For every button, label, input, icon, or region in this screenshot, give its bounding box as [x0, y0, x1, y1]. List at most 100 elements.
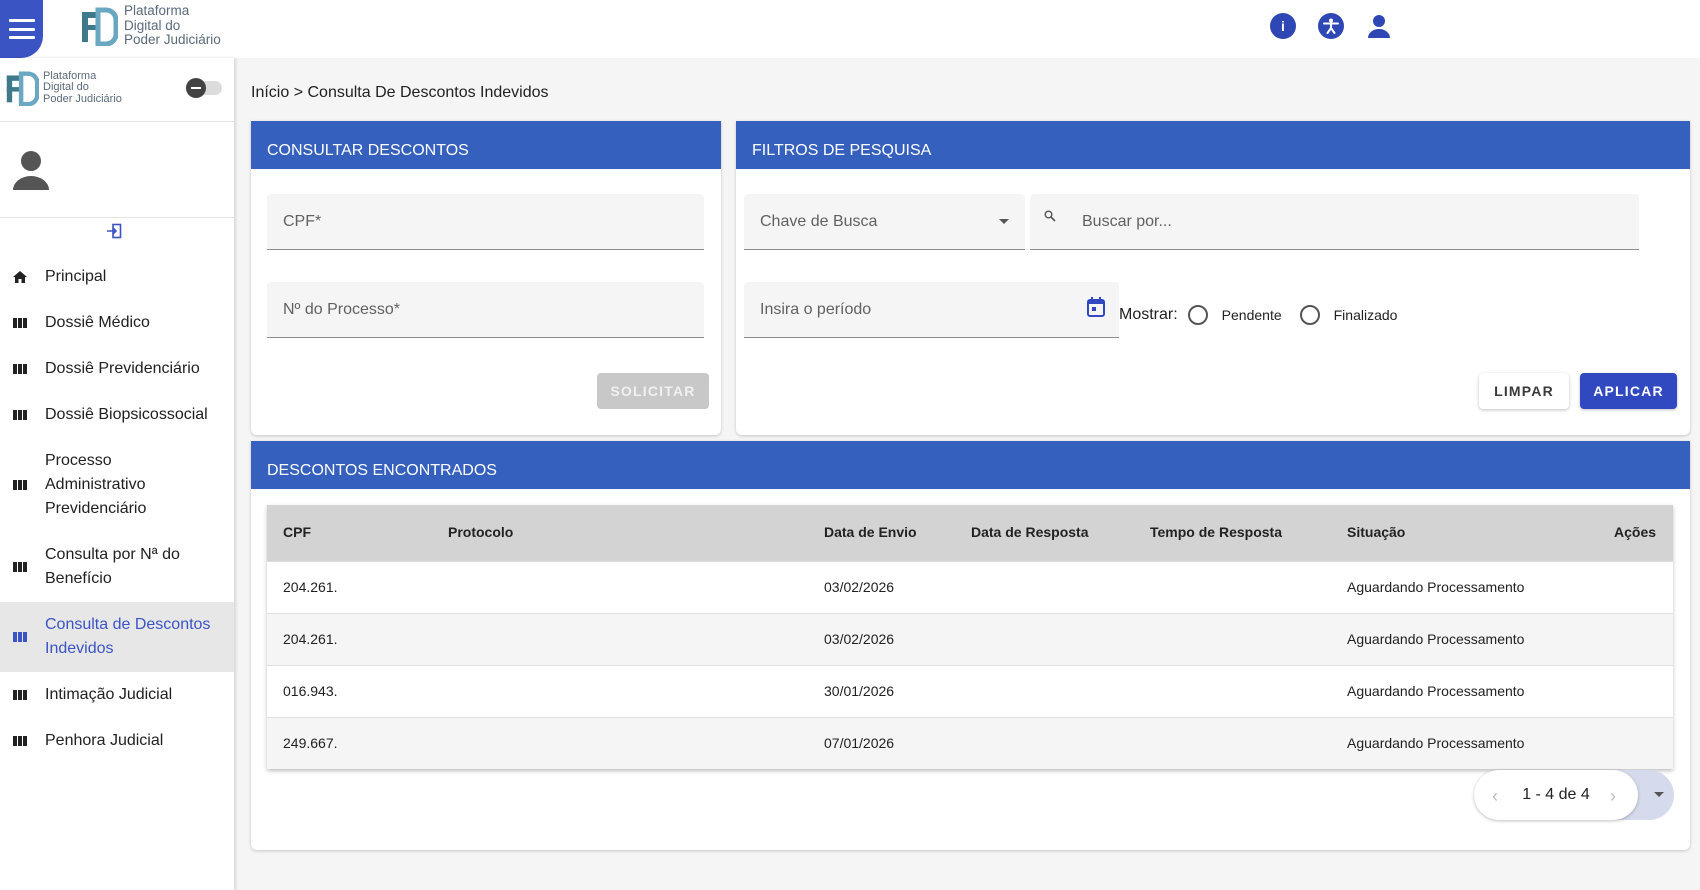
- finalizado-radio[interactable]: Finalizado: [1299, 305, 1398, 325]
- sidebar-item-label: Consulta de Descontos Indevidos: [45, 616, 211, 657]
- cell-data-envio: 30/01/2026: [824, 683, 895, 699]
- table-header: CPF Protocolo Data de Envio Data de Resp…: [267, 505, 1673, 561]
- mostrar-label: Mostrar:: [1119, 306, 1178, 323]
- cell-cpf: 204.261.: [283, 631, 338, 647]
- user-account-icon[interactable]: [1366, 13, 1392, 39]
- breadcrumb-separator: >: [293, 84, 304, 101]
- table-row[interactable]: 204.261. 03/02/2026 Aguardando Processam…: [267, 561, 1673, 613]
- radio-circle: [1299, 305, 1320, 325]
- sidebar-user: [0, 122, 234, 218]
- cell-data-envio: 07/01/2026: [824, 735, 895, 751]
- consultar-descontos-card: CONSULTAR DESCONTOS CPF* Nº do Processo*…: [251, 121, 721, 435]
- radio-circle: [1187, 305, 1208, 325]
- breadcrumb-current: Consulta De Descontos Indevidos: [307, 84, 549, 101]
- column-header-data-envio[interactable]: Data de Envio: [824, 524, 917, 540]
- buscar-placeholder: Buscar por...: [1082, 212, 1172, 230]
- cell-situacao: Aguardando Processamento: [1347, 735, 1525, 751]
- info-icon[interactable]: i: [1270, 13, 1296, 39]
- folder-icon: [13, 364, 27, 374]
- folder-icon: [13, 690, 27, 700]
- sidebar-item-label: Consulta por Nª do Benefício: [45, 546, 180, 587]
- column-header-situacao[interactable]: Situação: [1347, 524, 1405, 540]
- card-title: DESCONTOS ENCONTRADOS: [251, 441, 1690, 489]
- sidebar-item-label: Dossiê Biopsicossocial: [45, 406, 208, 423]
- pagination: 1 - 4 de 4 ‹ ›: [1474, 770, 1674, 820]
- column-header-tempo-resposta[interactable]: Tempo de Resposta: [1150, 524, 1282, 540]
- theme-toggle[interactable]: [186, 78, 222, 98]
- folder-icon: [13, 318, 27, 328]
- dropdown-arrow-icon: [999, 219, 1009, 224]
- cell-situacao: Aguardando Processamento: [1347, 631, 1525, 647]
- logo-text: Plataforma Digital do Poder Judiciário: [124, 3, 221, 47]
- column-header-protocolo[interactable]: Protocolo: [448, 524, 513, 540]
- menu-button[interactable]: [0, 0, 43, 58]
- breadcrumb-home[interactable]: Início: [251, 84, 289, 101]
- sidebar-logo-text: Plataforma Digital do Poder Judiciário: [43, 69, 122, 105]
- folder-icon: [13, 562, 27, 572]
- cell-cpf: 204.261.: [283, 579, 338, 595]
- pdpj-logo-icon: [82, 7, 118, 46]
- limpar-button[interactable]: LIMPAR: [1479, 373, 1569, 409]
- chevron-left-icon[interactable]: ‹: [1492, 786, 1498, 807]
- top-actions: i: [1270, 13, 1392, 39]
- solicitar-button[interactable]: SOLICITAR: [597, 373, 709, 409]
- buscar-por-input[interactable]: Buscar por...: [1030, 194, 1639, 250]
- cell-data-envio: 03/02/2026: [824, 631, 895, 647]
- sidebar-item-dossie-previdenciario[interactable]: Dossiê Previdenciário: [0, 346, 234, 392]
- accessibility-icon[interactable]: [1318, 13, 1344, 39]
- table-row[interactable]: 204.261. 03/02/2026 Aguardando Processam…: [267, 613, 1673, 665]
- sidebar-item-processo-administrativo[interactable]: Processo Administrativo Previdenciário: [0, 438, 234, 532]
- processo-field[interactable]: Nº do Processo*: [267, 282, 704, 338]
- search-icon: [1044, 210, 1056, 222]
- column-header-cpf[interactable]: CPF: [283, 524, 311, 540]
- sidebar-item-label: Intimação Judicial: [45, 686, 173, 703]
- cell-data-envio: 03/02/2026: [824, 579, 895, 595]
- folder-icon: [13, 632, 27, 642]
- pdpj-logo-icon: [6, 71, 39, 106]
- chave-busca-select[interactable]: Chave de Busca: [744, 194, 1025, 250]
- sidebar-item-label: Processo Administrativo Previdenciário: [45, 452, 147, 517]
- sidebar-item-label: Penhora Judicial: [45, 732, 164, 749]
- folder-icon: [13, 480, 27, 490]
- table-row[interactable]: 016.943. 30/01/2026 Aguardando Processam…: [267, 665, 1673, 717]
- sidebar-item-penhora-judicial[interactable]: Penhora Judicial: [0, 718, 234, 764]
- page-size-dropdown-icon[interactable]: [1654, 792, 1664, 797]
- cell-situacao: Aguardando Processamento: [1347, 683, 1525, 699]
- descontos-table: CPF Protocolo Data de Envio Data de Resp…: [267, 505, 1673, 769]
- card-title: FILTROS DE PESQUISA: [736, 121, 1690, 169]
- chevron-right-icon[interactable]: ›: [1610, 786, 1616, 807]
- sidebar-item-dossie-biopsicossocial[interactable]: Dossiê Biopsicossocial: [0, 392, 234, 438]
- pagination-label: 1 - 4 de 4: [1522, 786, 1590, 803]
- sidebar-item-consulta-beneficio[interactable]: Consulta por Nª do Benefício: [0, 532, 234, 602]
- folder-icon: [13, 736, 27, 746]
- home-icon: [13, 271, 27, 283]
- calendar-icon[interactable]: [1087, 297, 1105, 317]
- sidebar-item-label: Dossiê Médico: [45, 314, 150, 331]
- sidebar-item-dossie-medico[interactable]: Dossiê Médico: [0, 300, 234, 346]
- folder-icon: [13, 410, 27, 420]
- finalizado-label: Finalizado: [1333, 307, 1398, 323]
- periodo-field[interactable]: Insira o período: [744, 282, 1119, 338]
- avatar-icon: [13, 151, 49, 190]
- periodo-label: Insira o período: [760, 300, 872, 318]
- cpf-field[interactable]: CPF*: [267, 194, 704, 250]
- top-bar: Plataforma Digital do Poder Judiciário i: [0, 0, 1700, 58]
- sidebar-item-principal[interactable]: Principal: [0, 254, 234, 300]
- card-title: CONSULTAR DESCONTOS: [251, 121, 721, 169]
- breadcrumb: Início > Consulta De Descontos Indevidos: [251, 84, 549, 102]
- hamburger-icon: [8, 19, 35, 39]
- sidebar-header: Plataforma Digital do Poder Judiciário: [0, 58, 234, 122]
- sidebar-logo: Plataforma Digital do Poder Judiciário: [5, 70, 122, 106]
- sidebar-item-consulta-descontos[interactable]: Consulta de Descontos Indevidos: [0, 602, 234, 672]
- table-row[interactable]: 249.667. 07/01/2026 Aguardando Processam…: [267, 717, 1673, 769]
- pendente-radio[interactable]: Pendente: [1187, 305, 1282, 325]
- filtros-pesquisa-card: FILTROS DE PESQUISA Chave de Busca Busca…: [736, 121, 1690, 435]
- sidebar-nav: Principal Dossiê Médico Dossiê Previdenc…: [0, 254, 234, 764]
- toggle-knob: [186, 78, 206, 98]
- sidebar-item-label: Dossiê Previdenciário: [45, 360, 200, 377]
- column-header-acoes: Ações: [1614, 524, 1657, 540]
- sidebar-item-intimacao-judicial[interactable]: Intimação Judicial: [0, 672, 234, 718]
- login-arrow-icon[interactable]: [106, 223, 122, 239]
- column-header-data-resposta[interactable]: Data de Resposta: [971, 524, 1088, 540]
- aplicar-button[interactable]: APLICAR: [1580, 373, 1677, 409]
